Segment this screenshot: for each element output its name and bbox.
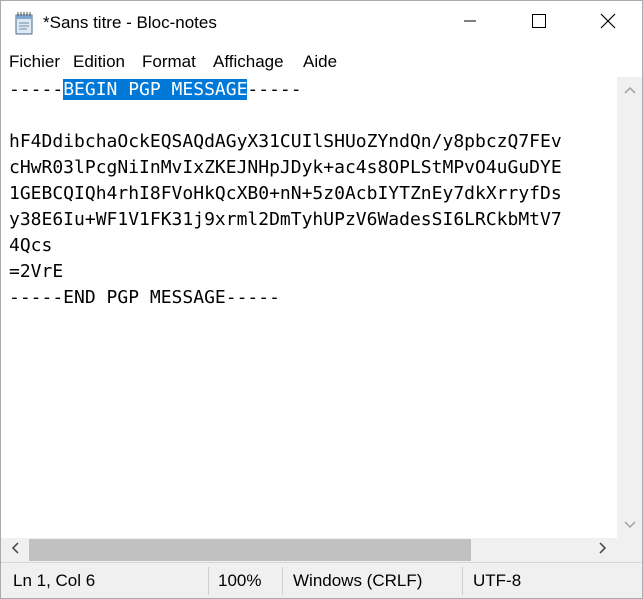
editor-line: hF4DdibchaOckEQSAQdAGyX31CUIlSHUoZYndQn/… bbox=[9, 131, 562, 152]
editor-line: y38E6Iu+WF1V1FK31j9xrml2DmTyhUPzV6WadesS… bbox=[9, 209, 562, 230]
notepad-icon[interactable] bbox=[14, 11, 34, 35]
vertical-scrollbar[interactable] bbox=[617, 77, 642, 538]
cursor-position: Ln 1, Col 6 bbox=[13, 571, 96, 590]
zoom-level: 100% bbox=[218, 571, 262, 590]
editor-line: 4Qcs bbox=[9, 235, 53, 256]
status-divider bbox=[208, 567, 209, 595]
scroll-up-button[interactable] bbox=[617, 79, 642, 101]
editor-line: =2VrE bbox=[9, 261, 64, 282]
status-bar: Ln 1, Col 6 100% Windows (CRLF) UTF-8 bbox=[1, 562, 642, 598]
minimize-icon bbox=[464, 14, 476, 32]
menu-fichier[interactable]: Fichier bbox=[9, 52, 60, 72]
scrollbar-corner bbox=[617, 538, 642, 562]
status-divider bbox=[462, 567, 463, 595]
encoding: UTF-8 bbox=[473, 571, 522, 590]
editor-line: -----END PGP MESSAGE----- bbox=[9, 287, 280, 308]
editor-line: cHwR03lPcgNiInMvIxZKEJNHpJDyk+ac4s8OPLSt… bbox=[9, 157, 562, 178]
close-button[interactable] bbox=[585, 1, 631, 45]
chevron-up-icon bbox=[623, 81, 636, 99]
minimize-button[interactable] bbox=[447, 1, 493, 45]
pgp-begin-dashes: ----- bbox=[9, 79, 64, 100]
chevron-down-icon bbox=[623, 516, 636, 534]
menu-bar: Fichier Edition Format Affichage Aide bbox=[1, 45, 642, 77]
horizontal-scroll-thumb[interactable] bbox=[29, 539, 471, 561]
horizontal-scrollbar[interactable] bbox=[1, 538, 617, 562]
scroll-left-button[interactable] bbox=[3, 538, 27, 562]
title-bar[interactable]: *Sans titre - Bloc-notes bbox=[1, 1, 642, 45]
selected-text: BEGIN PGP MESSAGE bbox=[63, 79, 248, 100]
chevron-left-icon bbox=[11, 541, 19, 559]
notepad-window: *Sans titre - Bloc-notes Fichier Edition… bbox=[0, 0, 643, 599]
text-editor[interactable]: -----BEGIN PGP MESSAGE----- hF4DdibchaOc… bbox=[1, 77, 617, 538]
window-title: *Sans titre - Bloc-notes bbox=[43, 13, 217, 32]
status-divider bbox=[282, 567, 283, 595]
close-icon bbox=[600, 13, 616, 34]
scroll-right-button[interactable] bbox=[591, 538, 615, 562]
line-ending: Windows (CRLF) bbox=[293, 571, 423, 590]
chevron-right-icon bbox=[599, 541, 607, 559]
editor-line: 1GEBCQIQh4rhI8FVoHkQcXB0+nN+5z0AcbIYTZnE… bbox=[9, 183, 562, 204]
editor-line: -----BEGIN PGP MESSAGE----- bbox=[9, 77, 302, 103]
maximize-icon bbox=[532, 13, 546, 33]
scroll-down-button[interactable] bbox=[617, 514, 642, 536]
maximize-button[interactable] bbox=[516, 1, 562, 45]
menu-edition[interactable]: Edition bbox=[73, 52, 125, 72]
pgp-begin-dashes-end: ----- bbox=[247, 79, 302, 100]
menu-aide[interactable]: Aide bbox=[303, 52, 337, 72]
menu-affichage[interactable]: Affichage bbox=[213, 52, 284, 72]
menu-format[interactable]: Format bbox=[142, 52, 196, 72]
